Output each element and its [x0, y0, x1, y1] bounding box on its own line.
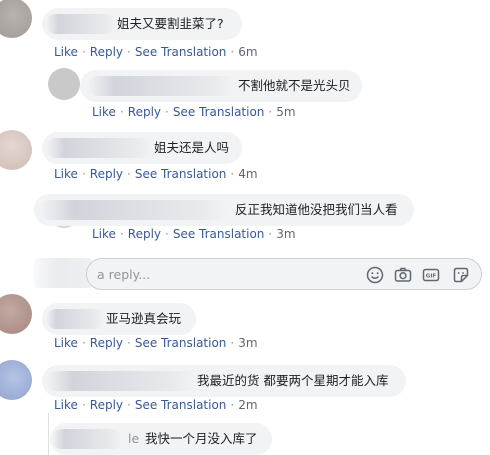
comment-actions: Like · Reply · See Translation · 3m [54, 336, 258, 350]
see-translation-link[interactable]: See Translation [135, 398, 227, 412]
see-translation-link[interactable]: See Translation [173, 227, 265, 241]
thread-line [48, 413, 49, 455]
avatar[interactable] [0, 294, 32, 334]
comment-actions: Like · Reply · See Translation · 4m [54, 167, 258, 181]
commenter-name[interactable]: le [128, 431, 139, 447]
comment-text: 不割他就不是光头贝 [238, 78, 351, 93]
sticker-icon[interactable] [451, 265, 471, 285]
reply-link[interactable]: Reply [90, 167, 123, 181]
timestamp[interactable]: 2m [238, 398, 257, 412]
reply-input[interactable] [97, 265, 347, 283]
comment-bubble: 我最近的货 都要两个星期才能入库 [42, 365, 406, 397]
see-translation-link[interactable]: See Translation [135, 167, 227, 181]
reply-box[interactable]: GIF [86, 258, 482, 290]
like-link[interactable]: Like [54, 398, 78, 412]
emoji-icon[interactable] [365, 265, 385, 285]
timestamp[interactable]: 5m [276, 105, 295, 119]
see-translation-link[interactable]: See Translation [135, 45, 227, 59]
see-translation-link[interactable]: See Translation [135, 336, 227, 350]
reply-link[interactable]: Reply [128, 105, 161, 119]
comment-text: 姐夫还是人吗 [154, 140, 230, 155]
comment-text: 我最近的货 都要两个星期才能入库 [197, 373, 389, 388]
timestamp[interactable]: 4m [238, 167, 257, 181]
reply-link[interactable]: Reply [90, 398, 123, 412]
avatar[interactable] [0, 130, 32, 170]
comment-bubble: 姐夫又要割韭菜了? [42, 8, 242, 40]
see-translation-link[interactable]: See Translation [173, 105, 265, 119]
like-link[interactable]: Like [92, 105, 116, 119]
timestamp[interactable]: 3m [276, 227, 295, 241]
like-link[interactable]: Like [54, 45, 78, 59]
timestamp[interactable]: 6m [238, 45, 257, 59]
comment-actions: Like · Reply · See Translation · 2m [54, 398, 258, 412]
gif-icon[interactable]: GIF [421, 265, 441, 285]
like-link[interactable]: Like [92, 227, 116, 241]
comment-actions: Like · Reply · See Translation · 6m [54, 45, 258, 59]
comment-text: 反正我知道他没把我们当人看 [235, 202, 398, 217]
comment-text: 亚马逊真会玩 [106, 311, 182, 326]
comment-actions: Like · Reply · See Translation · 5m [92, 105, 296, 119]
comment-actions: Like · Reply · See Translation · 3m [92, 227, 296, 241]
timestamp[interactable]: 3m [238, 336, 257, 350]
camera-icon[interactable] [393, 265, 413, 285]
avatar[interactable] [48, 68, 80, 100]
comment-text: 姐夫又要割韭菜了? [117, 16, 224, 31]
avatar[interactable] [0, 0, 32, 38]
reply-link[interactable]: Reply [90, 45, 123, 59]
comment-bubble: le 我快一个月没入库了 [50, 423, 272, 455]
svg-text:GIF: GIF [426, 274, 437, 280]
reply-link[interactable]: Reply [90, 336, 123, 350]
reply-link[interactable]: Reply [128, 227, 161, 241]
comment-bubble: 亚马逊真会玩 [42, 303, 196, 335]
comment-bubble: 反正我知道他没把我们当人看 [34, 194, 414, 226]
comment-bubble: 姐夫还是人吗 [42, 132, 242, 164]
current-user-avatar [34, 258, 92, 288]
like-link[interactable]: Like [54, 167, 78, 181]
like-link[interactable]: Like [54, 336, 78, 350]
avatar[interactable] [0, 360, 32, 400]
comment-text: 我快一个月没入库了 [145, 431, 258, 446]
comment-bubble: 不割他就不是光头贝 [80, 70, 362, 102]
